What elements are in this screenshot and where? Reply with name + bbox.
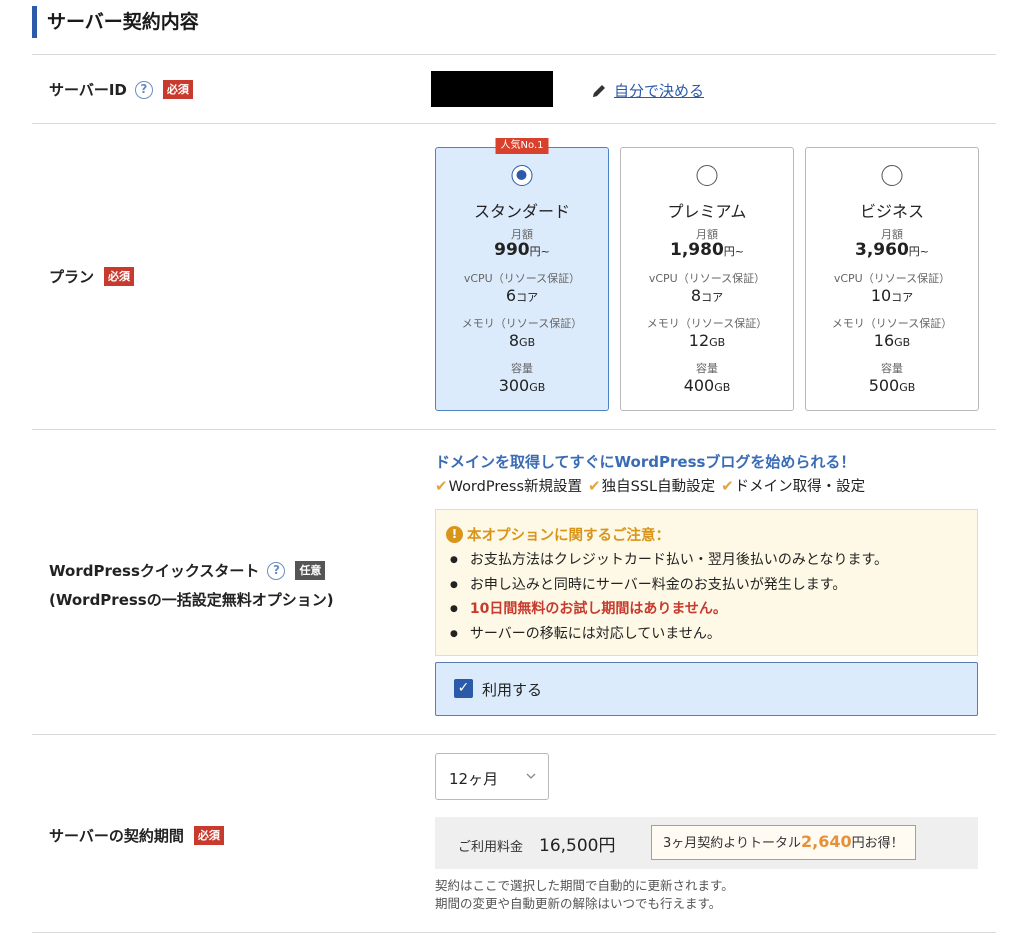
vcpu-label: vCPU（リソース保証）: [648, 272, 766, 285]
term-note: 契約はここで選択した期間で自動的に更新されます。 期間の変更や自動更新の解除はい…: [435, 878, 734, 911]
fee-amount: 16,500円: [539, 836, 616, 856]
plan-price: 1,980円~: [670, 240, 744, 260]
vcpu-value: 6コア: [505, 286, 539, 305]
plan-card[interactable]: 人気No.1 スタンダード 月額 990円~ vCPU（リソース保証） 6コア メモリ（リソ…: [435, 138, 609, 411]
term-select[interactable]: 12ヶ月: [435, 753, 549, 800]
notice-box: ! 本オプションに関するご注意： ● お支払方法はクレジットカード払い・翌月後払い…: [435, 509, 978, 656]
pencil-icon: [593, 84, 605, 97]
term-select-value[interactable]: 12ヶ月: [449, 768, 498, 789]
plan-price: 3,960円~: [855, 240, 929, 260]
plan-card[interactable]: ビジネス 月額 3,960円~ vCPU（リソース保証） 10コア メモリ（リソース保証）…: [805, 147, 979, 411]
warning-icon: !: [446, 526, 463, 543]
wp-headline: ドメインを取得してすぐにWordPressブログを始められる！: [435, 453, 856, 471]
chevron-down-icon: [526, 773, 536, 779]
vcpu-label: vCPU（リソース保証）: [833, 272, 951, 285]
storage-value: 400GB: [683, 376, 731, 395]
plan-radio[interactable]: [881, 165, 903, 186]
wp-quickstart-label-line1: WordPressクイックスタート: [49, 562, 260, 580]
storage-label: 容量: [511, 362, 533, 375]
wp-quickstart-label-line2: (WordPressの一括設定無料オプション): [49, 591, 334, 609]
server-id-label-row: サーバーID ? 必須: [49, 79, 193, 100]
check-icon: ✔: [435, 476, 448, 495]
help-icon[interactable]: ?: [267, 561, 286, 580]
term-label-row: サーバーの契約期間 必須: [49, 825, 224, 846]
server-id-redacted: [431, 71, 553, 107]
vcpu-value: 8コア: [690, 286, 724, 305]
server-id-label: サーバーID: [49, 81, 127, 99]
storage-value: 500GB: [868, 376, 916, 395]
fee-label: ご利用料金: [458, 840, 524, 855]
plan-name: プレミアム: [667, 202, 747, 221]
notice-item: ● お支払方法はクレジットカード払い・翌月後払いのみとなります。: [450, 552, 889, 568]
notice-title: ! 本オプションに関するご注意：: [446, 524, 670, 545]
storage-label: 容量: [881, 362, 903, 375]
use-checkbox[interactable]: ✓: [454, 679, 473, 698]
notice-item: ● お申し込みと同時にサーバー料金のお支払いが発生します。: [450, 576, 847, 593]
memory-value: 16GB: [873, 331, 911, 350]
optional-badge: 任意: [295, 561, 326, 580]
feature-item: ✔ WordPress新規設置: [435, 476, 583, 496]
divider: [32, 734, 996, 735]
plan-label-row: プラン 必須: [49, 266, 135, 287]
memory-label: メモリ（リソース保証）: [461, 317, 583, 330]
storage-value: 300GB: [498, 376, 546, 395]
vcpu-value: 10コア: [870, 286, 914, 305]
divider: [32, 123, 996, 124]
memory-label: メモリ（リソース保証）: [831, 317, 953, 330]
fee-box: ご利用料金 16,500円 3ヶ月契約よりトータル2,640円お得！: [435, 817, 978, 869]
choose-id-link[interactable]: 自分で決める: [590, 80, 704, 101]
required-badge: 必須: [162, 80, 193, 99]
required-badge: 必須: [104, 267, 135, 286]
plan-price: 990円~: [494, 240, 550, 260]
divider: [32, 54, 996, 55]
wp-features: ✔ WordPress新規設置 ✔ 独自SSL自動設定 ✔ ドメイン取得・設定: [435, 475, 865, 496]
storage-label: 容量: [696, 362, 718, 375]
plan-radio[interactable]: [511, 165, 533, 186]
choose-id-link-text[interactable]: 自分で決める: [614, 80, 704, 101]
saving-badge: 3ヶ月契約よりトータル2,640円お得！: [651, 825, 916, 860]
use-label[interactable]: 利用する: [482, 679, 542, 700]
term-label: サーバーの契約期間: [49, 827, 184, 845]
notice-item: ● サーバーの移転には対応していません。: [450, 625, 721, 642]
memory-value: 8GB: [508, 331, 536, 350]
wp-quickstart-label: WordPressクイックスタート ? 任意 (WordPressの一括設定無料…: [49, 560, 334, 610]
memory-value: 12GB: [688, 331, 726, 350]
popular-badge: 人気No.1: [495, 138, 549, 154]
divider: [32, 932, 996, 933]
required-badge: 必須: [193, 826, 224, 845]
plan-name: スタンダード: [473, 202, 570, 221]
vcpu-label: vCPU（リソース保証）: [463, 272, 581, 285]
check-icon: ✔: [588, 476, 601, 495]
feature-item: ✔ 独自SSL自動設定: [588, 476, 716, 496]
divider: [32, 429, 996, 430]
plan-name: ビジネス: [859, 202, 924, 221]
notice-item-alert: ● 10日間無料のお試し期間はありません。: [450, 601, 727, 617]
plan-label: プラン: [49, 268, 95, 286]
memory-label: メモリ（リソース保証）: [646, 317, 768, 330]
notice-list: ● お支払方法はクレジットカード払い・翌月後払いのみとなります。 ● お申し込みと同…: [450, 548, 888, 646]
section-title: サーバー契約内容: [32, 6, 199, 38]
saving-amount: 2,640: [801, 832, 852, 851]
help-icon[interactable]: ?: [134, 80, 153, 99]
plan-radio[interactable]: [696, 165, 718, 186]
feature-item: ✔ ドメイン取得・設定: [721, 476, 866, 496]
check-icon: ✔: [721, 476, 734, 495]
plan-card[interactable]: プレミアム 月額 1,980円~ vCPU（リソース保証） 8コア メモリ（リソース保証）…: [620, 147, 794, 411]
use-option-box[interactable]: ✓ 利用する: [435, 662, 978, 716]
